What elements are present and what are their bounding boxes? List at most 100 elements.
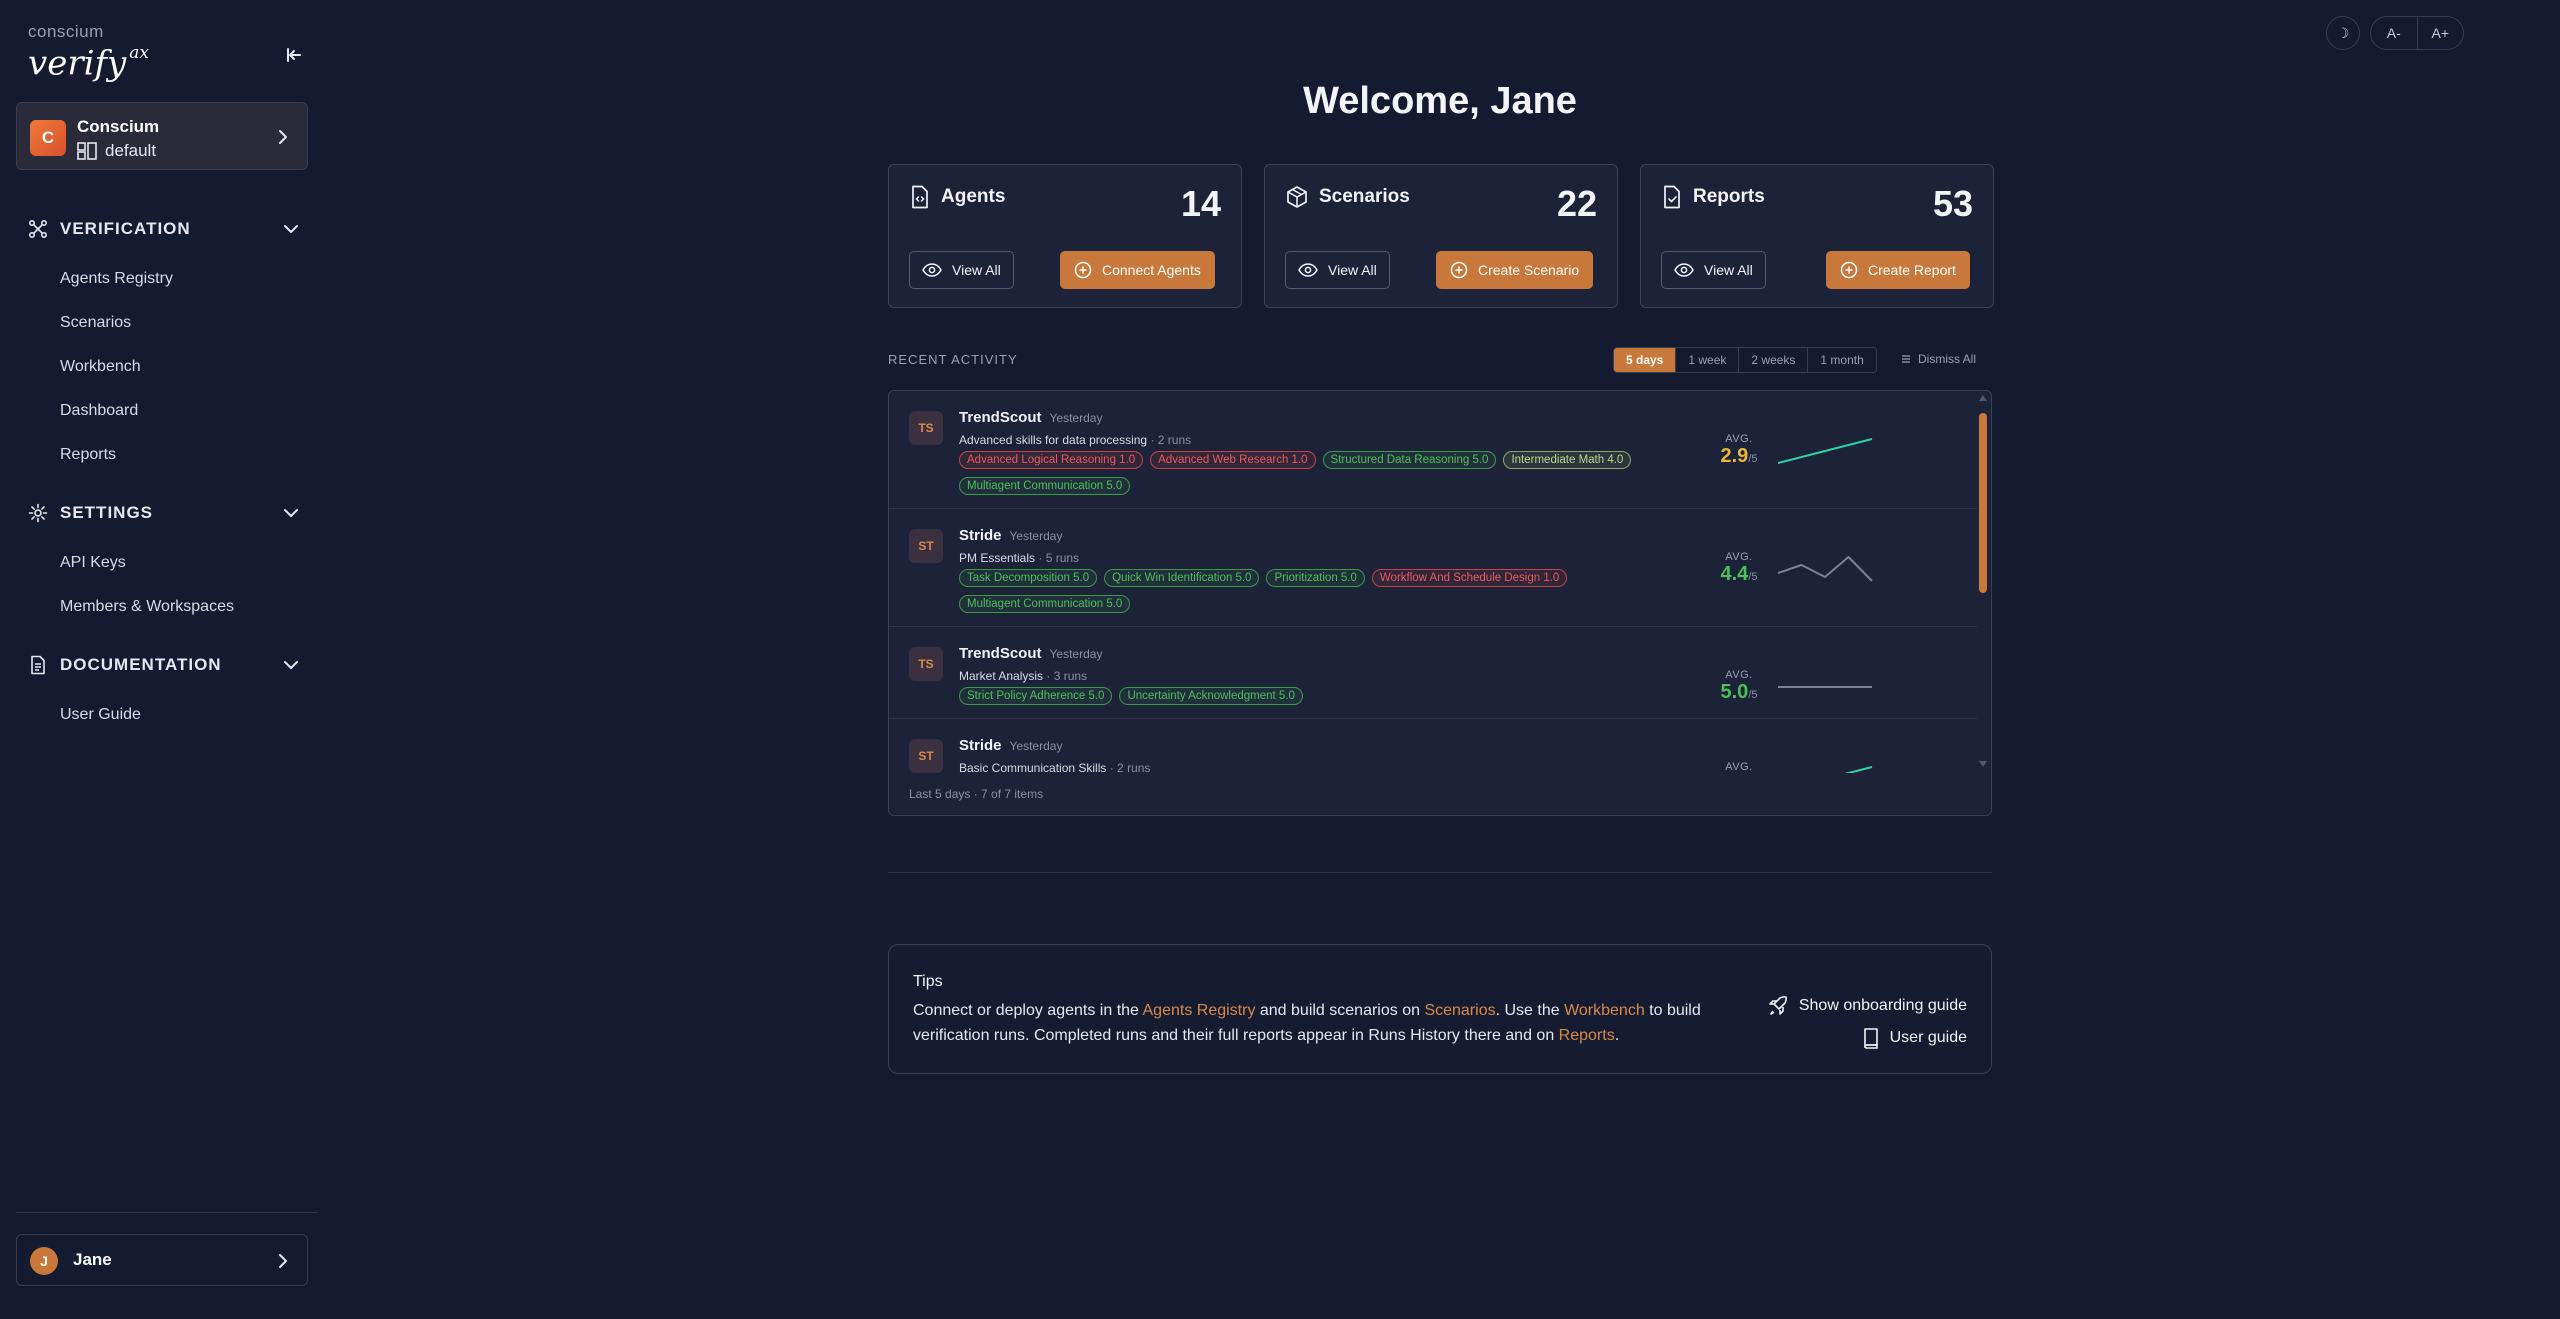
sidebar: conscium verify ax C Conscium default VER… <box>0 0 320 1319</box>
skill-score-badge: Workflow And Schedule Design 1.0 <box>1371 569 1568 587</box>
chevron-down-icon <box>284 509 298 517</box>
scenario-name[interactable]: PM Essentials <box>959 551 1035 565</box>
average-number: 2.9 <box>1720 445 1749 467</box>
agent-name-text: TrendScout <box>959 409 1042 426</box>
user-name: Jane <box>73 1250 112 1269</box>
tips-link-reports[interactable]: Reports <box>1559 1027 1615 1044</box>
sidebar-item-user-guide[interactable]: User Guide <box>60 706 141 724</box>
range-tab-1-month[interactable]: 1 month <box>1808 348 1875 372</box>
activity-row[interactable]: TS TrendScout Yesterday Market Analysis · 3… <box>889 627 1977 719</box>
stat-title: Agents <box>941 186 1006 207</box>
sidebar-divider <box>16 1212 318 1213</box>
scenario-name[interactable]: Basic Communication Skills <box>959 761 1106 773</box>
agent-name-text: Stride <box>959 527 1002 544</box>
show-onboarding-guide-button[interactable]: Show onboarding guide <box>1767 995 1967 1017</box>
nav-section-label: VERIFICATION <box>60 219 191 238</box>
create-report-button[interactable]: Create Report <box>1826 251 1970 289</box>
agent-name[interactable]: Stride Yesterday <box>959 737 1062 754</box>
nav-section-verification[interactable]: VERIFICATION <box>28 216 300 242</box>
brand-logo[interactable]: conscium verify ax <box>28 22 149 80</box>
font-increase-button[interactable]: A+ <box>2418 17 2464 49</box>
collapse-sidebar-button[interactable] <box>280 42 306 68</box>
sparkline-path <box>1777 556 1873 582</box>
agent-name[interactable]: TrendScout Yesterday <box>959 409 1102 426</box>
brand-product: verify ax <box>28 43 149 84</box>
report-file-icon <box>1664 185 1680 209</box>
scenario-name[interactable]: Market Analysis <box>959 669 1043 683</box>
scrollbar[interactable] <box>1975 391 1991 773</box>
sidebar-item-scenarios[interactable]: Scenarios <box>60 314 131 332</box>
agent-name-text: Stride <box>959 737 1002 754</box>
tips-text-fragment: . Use the <box>1495 1002 1565 1019</box>
agent-name[interactable]: Stride Yesterday <box>959 527 1062 544</box>
scroll-down-icon[interactable] <box>1979 761 1987 767</box>
tips-card: Tips Connect or deploy agents in the Age… <box>888 944 1992 1074</box>
tips-link-agents-registry[interactable]: Agents Registry <box>1143 1002 1256 1019</box>
average-score: AVG. 5.0/5 <box>1709 669 1769 704</box>
activity-row[interactable]: TS TrendScout Yesterday Advanced skills for… <box>889 391 1977 509</box>
eye-icon <box>922 263 942 277</box>
plus-circle-icon <box>1074 261 1092 279</box>
score-trend-sparkline <box>1844 766 1873 773</box>
activity-timestamp: Yesterday <box>1009 739 1063 753</box>
range-tab-1-week[interactable]: 1 week <box>1676 348 1740 372</box>
skill-score-badge: Task Decomposition 5.0 <box>959 569 1098 587</box>
sidebar-item-api-keys[interactable]: API Keys <box>60 554 126 572</box>
activity-row[interactable]: ST Stride Yesterday Basic Communication Ski… <box>889 719 1977 773</box>
button-label: Create Scenario <box>1478 262 1580 278</box>
average-label: AVG. <box>1725 551 1753 563</box>
view-all-scenarios-button[interactable]: View All <box>1285 251 1390 289</box>
skill-tags: Strict Policy Adherence 5.0 Uncertainty A… <box>959 687 1659 705</box>
activity-timestamp: Yesterday <box>1049 647 1103 661</box>
tips-link-scenarios[interactable]: Scenarios <box>1424 1002 1495 1019</box>
create-scenario-button[interactable]: Create Scenario <box>1436 251 1594 289</box>
activity-row[interactable]: ST Stride Yesterday PM Essentials · 5 runs T… <box>889 509 1977 627</box>
connect-agents-button[interactable]: Connect Agents <box>1060 251 1215 289</box>
theme-toggle-button[interactable]: ☽ <box>2326 16 2360 50</box>
nav-section-documentation[interactable]: DOCUMENTATION <box>28 652 300 678</box>
user-guide-button[interactable]: User guide <box>1862 1027 1967 1049</box>
average-label: AVG. <box>1725 669 1753 681</box>
activity-timestamp: Yesterday <box>1009 529 1063 543</box>
section-divider <box>888 872 1992 873</box>
collapse-sidebar-icon <box>287 48 301 62</box>
list-icon <box>1902 355 1910 363</box>
font-size-controls: A- A+ <box>2370 16 2464 50</box>
scenario-name[interactable]: Advanced skills for data processing <box>959 433 1147 447</box>
agent-avatar: ST <box>909 529 943 563</box>
button-label: Connect Agents <box>1102 262 1201 278</box>
dismiss-all-button[interactable]: Dismiss All <box>1900 352 1976 366</box>
tips-link-workbench[interactable]: Workbench <box>1564 1002 1645 1019</box>
organization-switcher[interactable]: C Conscium default <box>16 102 308 170</box>
average-number: 5.0 <box>1720 681 1749 703</box>
nav-section-label: DOCUMENTATION <box>60 655 222 674</box>
activity-list[interactable]: TS TrendScout Yesterday Advanced skills for… <box>889 391 1977 773</box>
average-value: 4.4/5 <box>1709 563 1769 586</box>
sidebar-item-members-workspaces[interactable]: Members & Workspaces <box>60 598 234 616</box>
activity-timestamp: Yesterday <box>1049 411 1103 425</box>
network-icon <box>28 219 48 239</box>
scroll-up-icon[interactable] <box>1979 395 1987 401</box>
activity-footer: Last 5 days · 7 of 7 items <box>909 787 1044 801</box>
nav-section-label: SETTINGS <box>60 503 154 522</box>
sidebar-item-dashboard[interactable]: Dashboard <box>60 402 138 420</box>
range-tab-5-days[interactable]: 5 days <box>1614 348 1677 372</box>
view-all-reports-button[interactable]: View All <box>1661 251 1766 289</box>
user-menu[interactable]: J Jane <box>16 1234 308 1286</box>
sidebar-item-agents-registry[interactable]: Agents Registry <box>60 270 173 288</box>
agent-avatar: TS <box>909 411 943 445</box>
button-label: View All <box>1704 262 1753 278</box>
scrollbar-thumb[interactable] <box>1979 413 1987 593</box>
nav-section-settings[interactable]: SETTINGS <box>28 500 300 526</box>
time-range-tabs: 5 days 1 week 2 weeks 1 month <box>1613 347 1877 373</box>
range-tab-2-weeks[interactable]: 2 weeks <box>1739 348 1809 372</box>
sidebar-item-reports[interactable]: Reports <box>60 446 116 464</box>
gear-icon <box>28 503 48 523</box>
view-all-agents-button[interactable]: View All <box>909 251 1014 289</box>
sidebar-item-workbench[interactable]: Workbench <box>60 358 141 376</box>
agent-name[interactable]: TrendScout Yesterday <box>959 645 1102 662</box>
skill-score-badge: Prioritization 5.0 <box>1266 569 1365 587</box>
font-decrease-button[interactable]: A- <box>2371 17 2418 49</box>
tips-text: Connect or deploy agents in the Agents R… <box>913 998 1733 1048</box>
cube-icon <box>1287 186 1307 208</box>
